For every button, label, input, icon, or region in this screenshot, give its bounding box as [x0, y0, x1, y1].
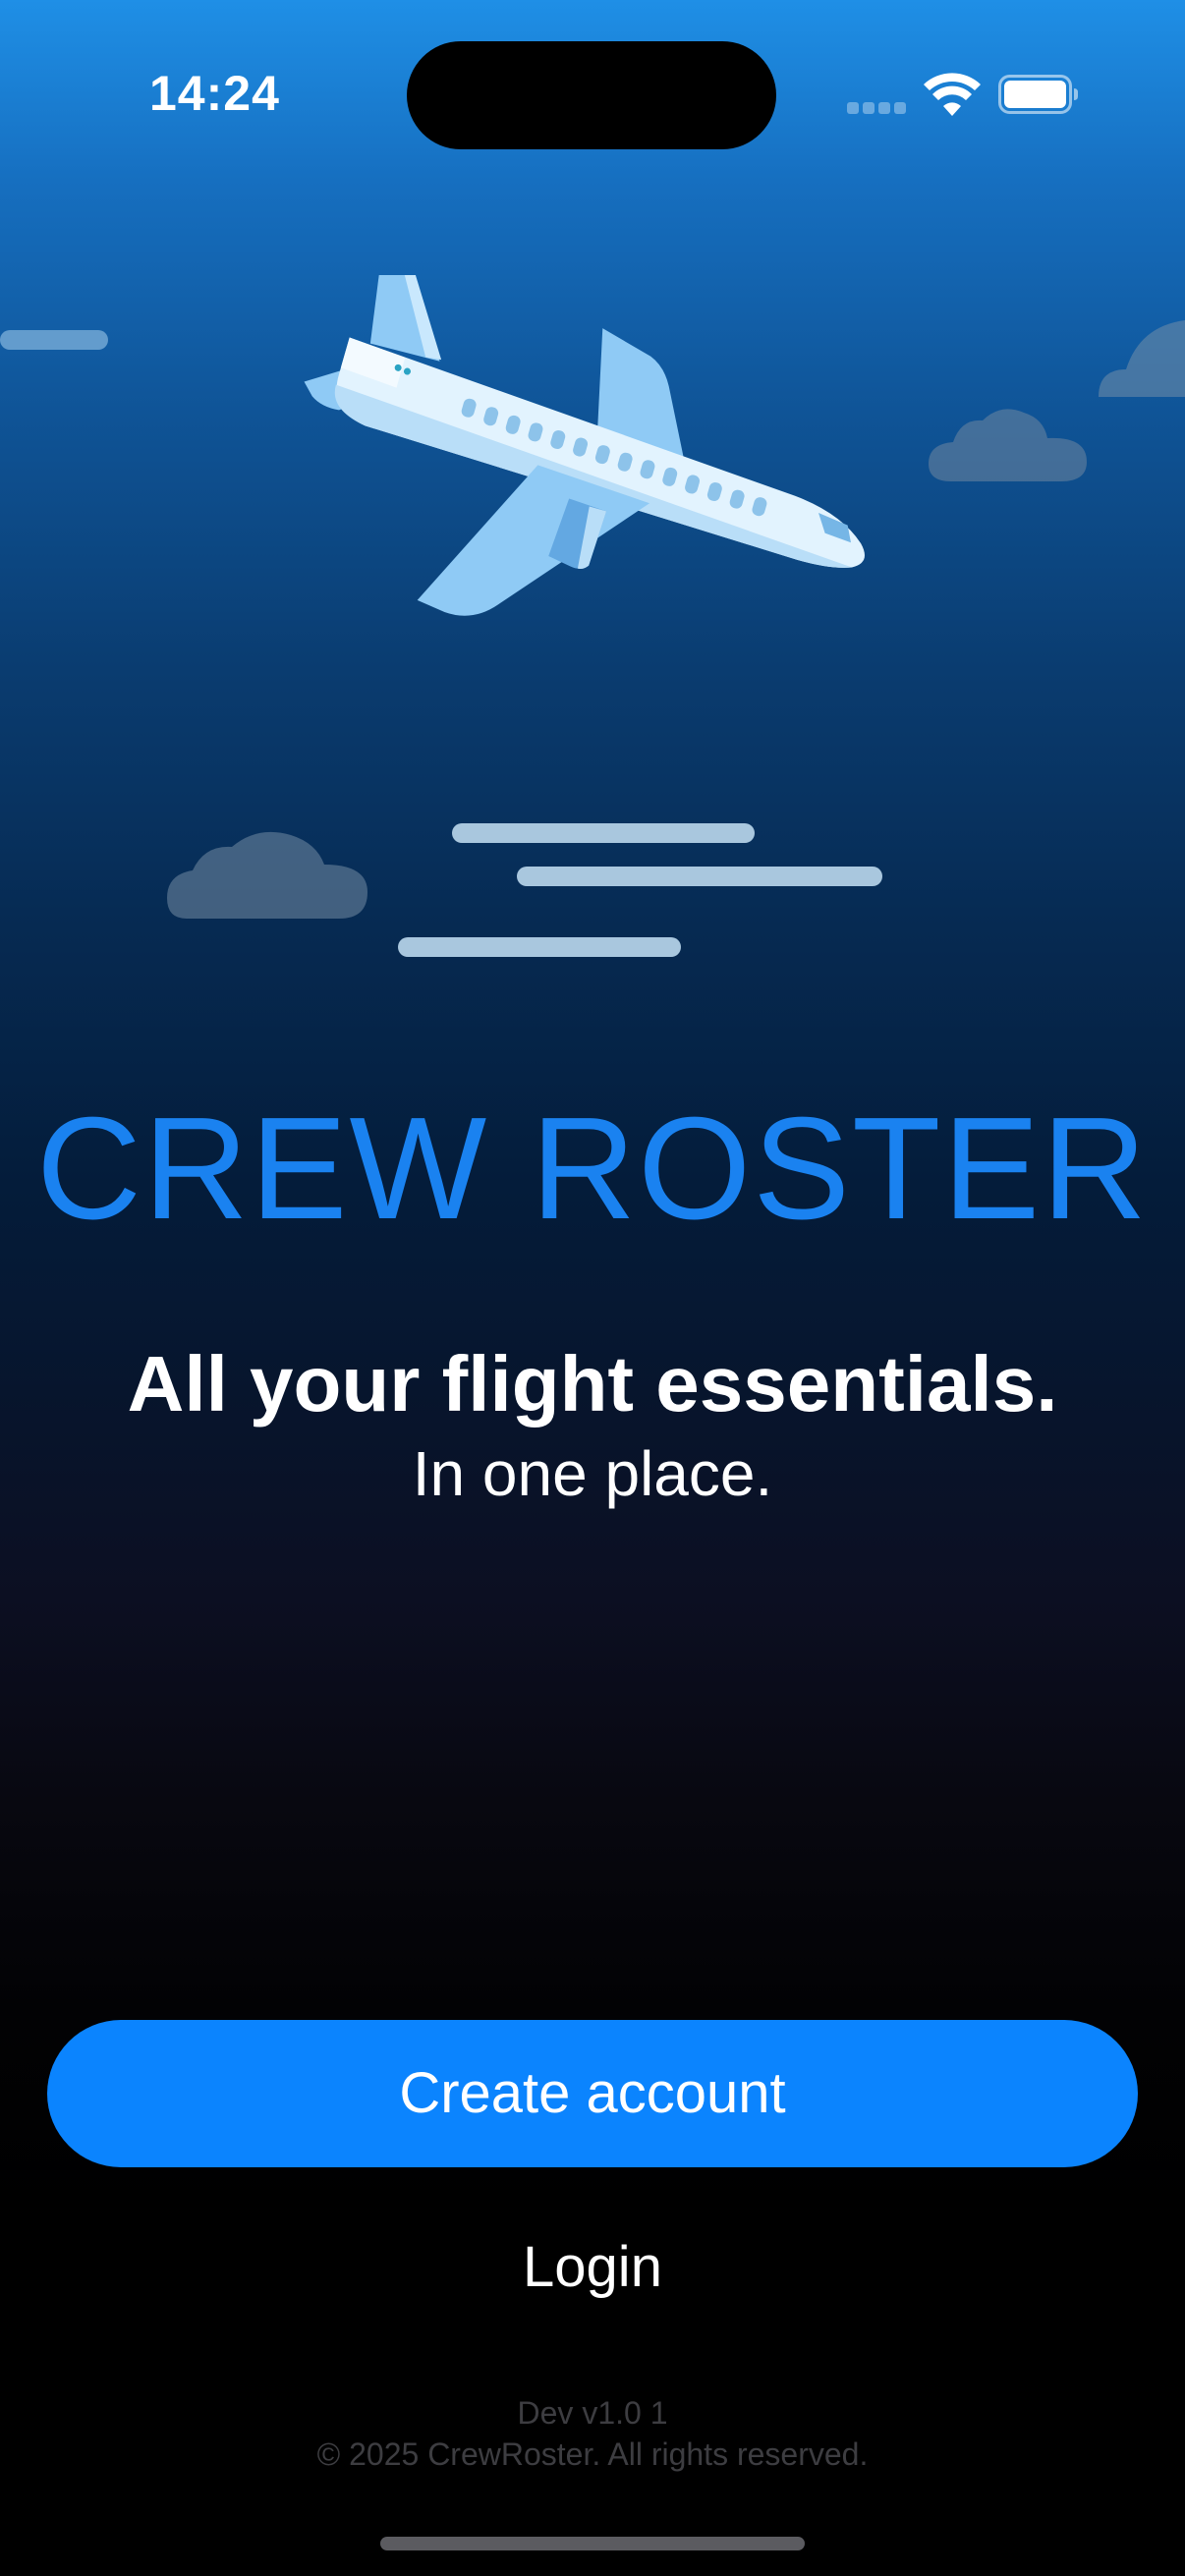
dynamic-island — [407, 41, 776, 149]
airplane-illustration — [0, 275, 1185, 957]
welcome-screen: 14:24 CREW ROSTER All your flight essent… — [0, 0, 1185, 2576]
cloud-icon — [929, 409, 1087, 481]
subheadline: In one place. — [412, 1438, 773, 1509]
airplane — [304, 275, 865, 616]
streak-1 — [452, 823, 755, 843]
wifi-icon — [924, 73, 981, 116]
cloud-icon — [167, 831, 367, 919]
cloud-icon — [1099, 320, 1185, 397]
status-time: 14:24 — [149, 66, 280, 121]
create-account-button[interactable]: Create account — [47, 2020, 1138, 2167]
copyright-label: © 2025 CrewRoster. All rights reserved. — [316, 2436, 869, 2472]
headline: All your flight essentials. — [127, 1340, 1058, 1428]
version-label: Dev v1.0 1 — [517, 2395, 668, 2431]
cellular-signal-icon — [847, 102, 908, 116]
battery-icon — [998, 75, 1078, 114]
login-button[interactable]: Login — [396, 2220, 789, 2315]
streak-top-left — [0, 330, 108, 350]
app-title: CREW ROSTER — [36, 1088, 1149, 1250]
home-indicator[interactable] — [380, 2537, 805, 2550]
streak-3 — [398, 937, 681, 957]
streak-2 — [517, 867, 882, 886]
